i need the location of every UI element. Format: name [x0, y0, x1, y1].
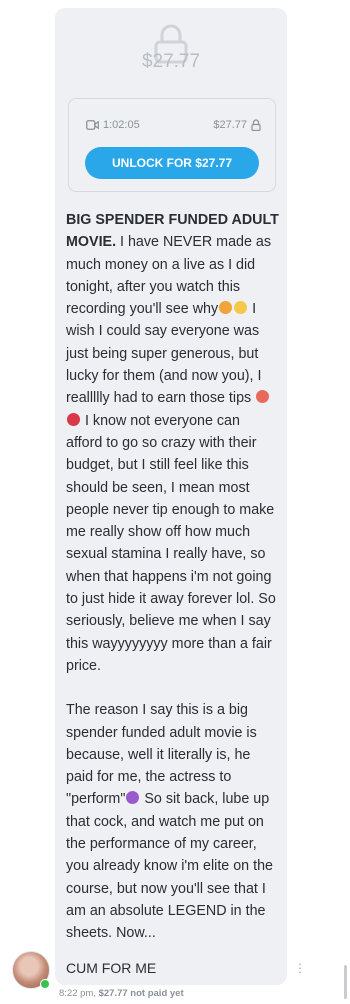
online-status-indicator — [40, 979, 50, 989]
card-price-text: $27.77 — [213, 119, 247, 131]
video-icon — [86, 120, 99, 130]
video-duration: 1:02:05 — [86, 119, 140, 131]
timestamp-time: 8:22 pm, — [59, 988, 99, 999]
caption-closing: CUM FOR ME — [66, 960, 157, 976]
sweat-smile-emoji-icon — [234, 301, 248, 315]
scrollbar[interactable] — [344, 965, 347, 999]
duration-text: 1:02:05 — [103, 119, 140, 131]
message-bubble: $27.77 1:02:05 $27.77 UNLOCK FOR $27.77 … — [55, 8, 287, 985]
caption-text-e: So sit back, lube up that cock, and watc… — [66, 791, 273, 942]
caption-paragraph: BIG SPENDER FUNDED ADULT MOVIE. I have N… — [66, 209, 280, 677]
caption-text-c: I know not everyone can afford to go so … — [66, 412, 276, 674]
lock-icon — [251, 119, 261, 131]
payment-status: $27.77 not paid yet — [98, 988, 184, 999]
purchase-card: 1:02:05 $27.77 UNLOCK FOR $27.77 — [68, 98, 276, 192]
post-caption: BIG SPENDER FUNDED ADULT MOVIE. I have N… — [66, 209, 280, 967]
no-minors-emoji-icon — [67, 412, 80, 426]
devil-emoji-icon — [126, 791, 140, 805]
media-meta: 1:02:05 $27.77 — [69, 119, 275, 135]
card-price: $27.77 — [213, 119, 261, 131]
unlock-button[interactable]: UNLOCK FOR $27.77 — [85, 147, 259, 179]
locked-price: $27.77 — [141, 51, 201, 72]
caption-paragraph-2: The reason I say this is a big spender f… — [66, 699, 280, 944]
hot-face-emoji-icon — [219, 301, 233, 315]
message-timestamp: 8:22 pm, $27.77 not paid yet — [59, 988, 184, 999]
more-vertical-icon[interactable]: · · · — [297, 957, 303, 978]
flushed-emoji-icon — [256, 390, 270, 404]
locked-media-preview[interactable]: $27.77 — [55, 8, 287, 94]
